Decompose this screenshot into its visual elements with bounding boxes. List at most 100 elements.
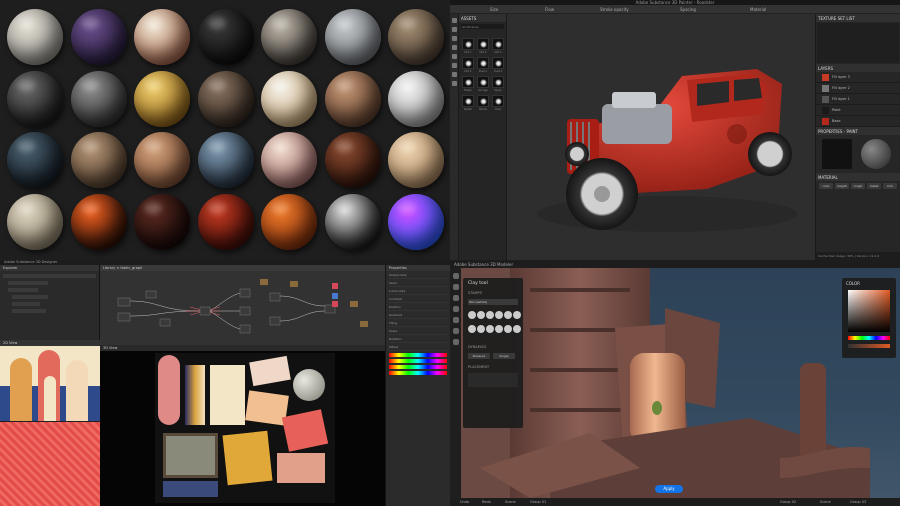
material-sphere-black-stripes[interactable] — [324, 193, 381, 250]
material-sphere-white-cubes[interactable] — [261, 70, 317, 127]
property-row[interactable]: Gradient — [389, 313, 447, 319]
channel-height-button[interactable]: height — [835, 183, 849, 189]
gradient-ramp[interactable] — [389, 371, 447, 375]
layer-row[interactable]: Fill layer 3 — [816, 72, 900, 83]
stamp-tip[interactable] — [495, 311, 503, 319]
material-sphere-sci-fi-panel[interactable] — [7, 132, 63, 188]
stamp-tip[interactable] — [504, 325, 512, 333]
layer-row[interactable]: Fill layer 1 — [816, 94, 900, 105]
stamp-tip[interactable] — [513, 325, 521, 333]
material-sphere-red-lacquer[interactable] — [197, 193, 254, 250]
stamp-tip[interactable] — [495, 325, 503, 333]
property-row[interactable]: Seed — [389, 281, 447, 287]
material-sphere-orange-rust[interactable] — [261, 193, 317, 250]
brush-thumbnail[interactable] — [477, 38, 489, 50]
hue-slider[interactable] — [848, 336, 890, 340]
stamp-select[interactable]: Worn(white) — [468, 299, 518, 305]
brush-thumbnail[interactable] — [492, 95, 504, 107]
undo-button[interactable]: Undo — [460, 500, 469, 504]
single-toggle[interactable]: Single — [493, 353, 515, 359]
material-sphere-sandstone[interactable] — [7, 193, 63, 250]
scene-right-button[interactable]: Scene — [820, 500, 831, 504]
clone-icon[interactable] — [452, 63, 457, 68]
material-sphere-rough-concrete[interactable] — [7, 9, 63, 65]
picker-icon[interactable] — [452, 72, 457, 77]
property-row[interactable]: Offset — [389, 345, 447, 351]
material-sphere-rock-mix[interactable] — [388, 9, 444, 65]
material-sphere-velvet-cloth[interactable] — [324, 132, 381, 188]
graph-view[interactable]: Library × fabric_graph — [100, 265, 385, 345]
toolbar-spacing[interactable]: Spacing — [680, 7, 696, 12]
layer-row[interactable]: Base — [816, 116, 900, 127]
property-row[interactable]: Luminosity — [389, 289, 447, 295]
texture-set-list[interactable] — [817, 23, 899, 63]
stamp-tip[interactable] — [513, 311, 521, 319]
select-icon[interactable] — [452, 328, 459, 334]
material-sphere-dark-chevron[interactable] — [197, 9, 254, 65]
geometry-icon[interactable] — [452, 45, 457, 50]
toolbar-stroke-opacity[interactable]: Stroke opacity — [600, 7, 629, 12]
toolbar-flow[interactable]: Flow — [545, 7, 554, 12]
channel-color-button[interactable]: color — [819, 183, 833, 189]
paint-icon[interactable] — [452, 317, 459, 323]
material-sphere-quilted-white[interactable] — [388, 70, 444, 127]
smudge-icon[interactable] — [452, 54, 457, 59]
property-row[interactable]: Rotation — [389, 337, 447, 343]
property-row[interactable]: Scale — [389, 329, 447, 335]
pressure-toggle[interactable]: Pressure — [468, 353, 490, 359]
view-3d[interactable]: 3D View — [100, 345, 385, 506]
brush-thumbnail[interactable] — [462, 76, 474, 88]
eraser-icon[interactable] — [452, 27, 457, 32]
layer-row[interactable]: Paint — [816, 105, 900, 116]
property-row[interactable]: Contrast — [389, 297, 447, 303]
apply-button[interactable]: Apply — [655, 485, 683, 493]
clay-icon[interactable] — [452, 273, 459, 279]
gradient-ramp[interactable] — [389, 353, 447, 357]
material-sphere-copper-scales[interactable] — [324, 70, 381, 127]
toolbar-material[interactable]: Material — [750, 7, 766, 12]
saturation-slider[interactable] — [848, 344, 890, 348]
view-2d[interactable]: 2D View — [0, 340, 100, 506]
projection-icon[interactable] — [452, 36, 457, 41]
material-sphere-peeling-paint[interactable] — [134, 9, 190, 65]
material-sphere-ember-rock[interactable] — [134, 193, 190, 250]
brush-thumbnail[interactable] — [492, 57, 504, 69]
property-row[interactable]: Tiling — [389, 321, 447, 327]
material-sphere-grey-moon[interactable] — [70, 70, 127, 127]
material-sphere-marble-red[interactable] — [261, 132, 317, 188]
layer-row[interactable]: Fill layer 2 — [816, 83, 900, 94]
group-01-button[interactable]: Group 01 — [530, 500, 546, 504]
brush-thumbnail[interactable] — [477, 95, 489, 107]
brush-thumbnail[interactable] — [477, 76, 489, 88]
gradient-ramp[interactable] — [389, 365, 447, 369]
toolbar-size[interactable]: Size — [490, 7, 498, 12]
channel-nrm-button[interactable]: nrm — [883, 183, 897, 189]
move-icon[interactable] — [452, 295, 459, 301]
brush-icon[interactable] — [452, 18, 457, 23]
channel-rough-button[interactable]: rough — [851, 183, 865, 189]
redo-button[interactable]: Redo — [482, 500, 491, 504]
brush-thumbnail[interactable] — [462, 38, 474, 50]
brush-thumbnail[interactable] — [477, 57, 489, 69]
stamp-tip[interactable] — [486, 311, 494, 319]
stamp-tip[interactable] — [486, 325, 494, 333]
placement-options[interactable] — [468, 373, 518, 387]
material-sphere-light-stone[interactable] — [324, 9, 381, 65]
stamp-tip[interactable] — [504, 311, 512, 319]
material-sphere-gravel[interactable] — [197, 70, 254, 127]
stamp-tip[interactable] — [477, 325, 485, 333]
material-sphere-striped-wood[interactable] — [134, 132, 190, 188]
material-sphere-iridescent[interactable] — [388, 193, 444, 250]
material-sphere-lava[interactable] — [70, 193, 127, 250]
stamp-tip[interactable] — [468, 311, 476, 319]
property-row[interactable]: Position — [389, 305, 447, 311]
group-03-button[interactable]: Group 03 — [850, 500, 866, 504]
transform-icon[interactable] — [452, 339, 459, 345]
material-sphere-wood-planks[interactable] — [70, 132, 127, 188]
channel-metal-button[interactable]: metal — [867, 183, 881, 189]
assets-search-input[interactable]: All libraries — [461, 24, 504, 29]
smooth-icon[interactable] — [452, 284, 459, 290]
cut-icon[interactable] — [452, 306, 459, 312]
bake-icon[interactable] — [452, 81, 457, 86]
painter-viewport[interactable] — [507, 14, 815, 260]
